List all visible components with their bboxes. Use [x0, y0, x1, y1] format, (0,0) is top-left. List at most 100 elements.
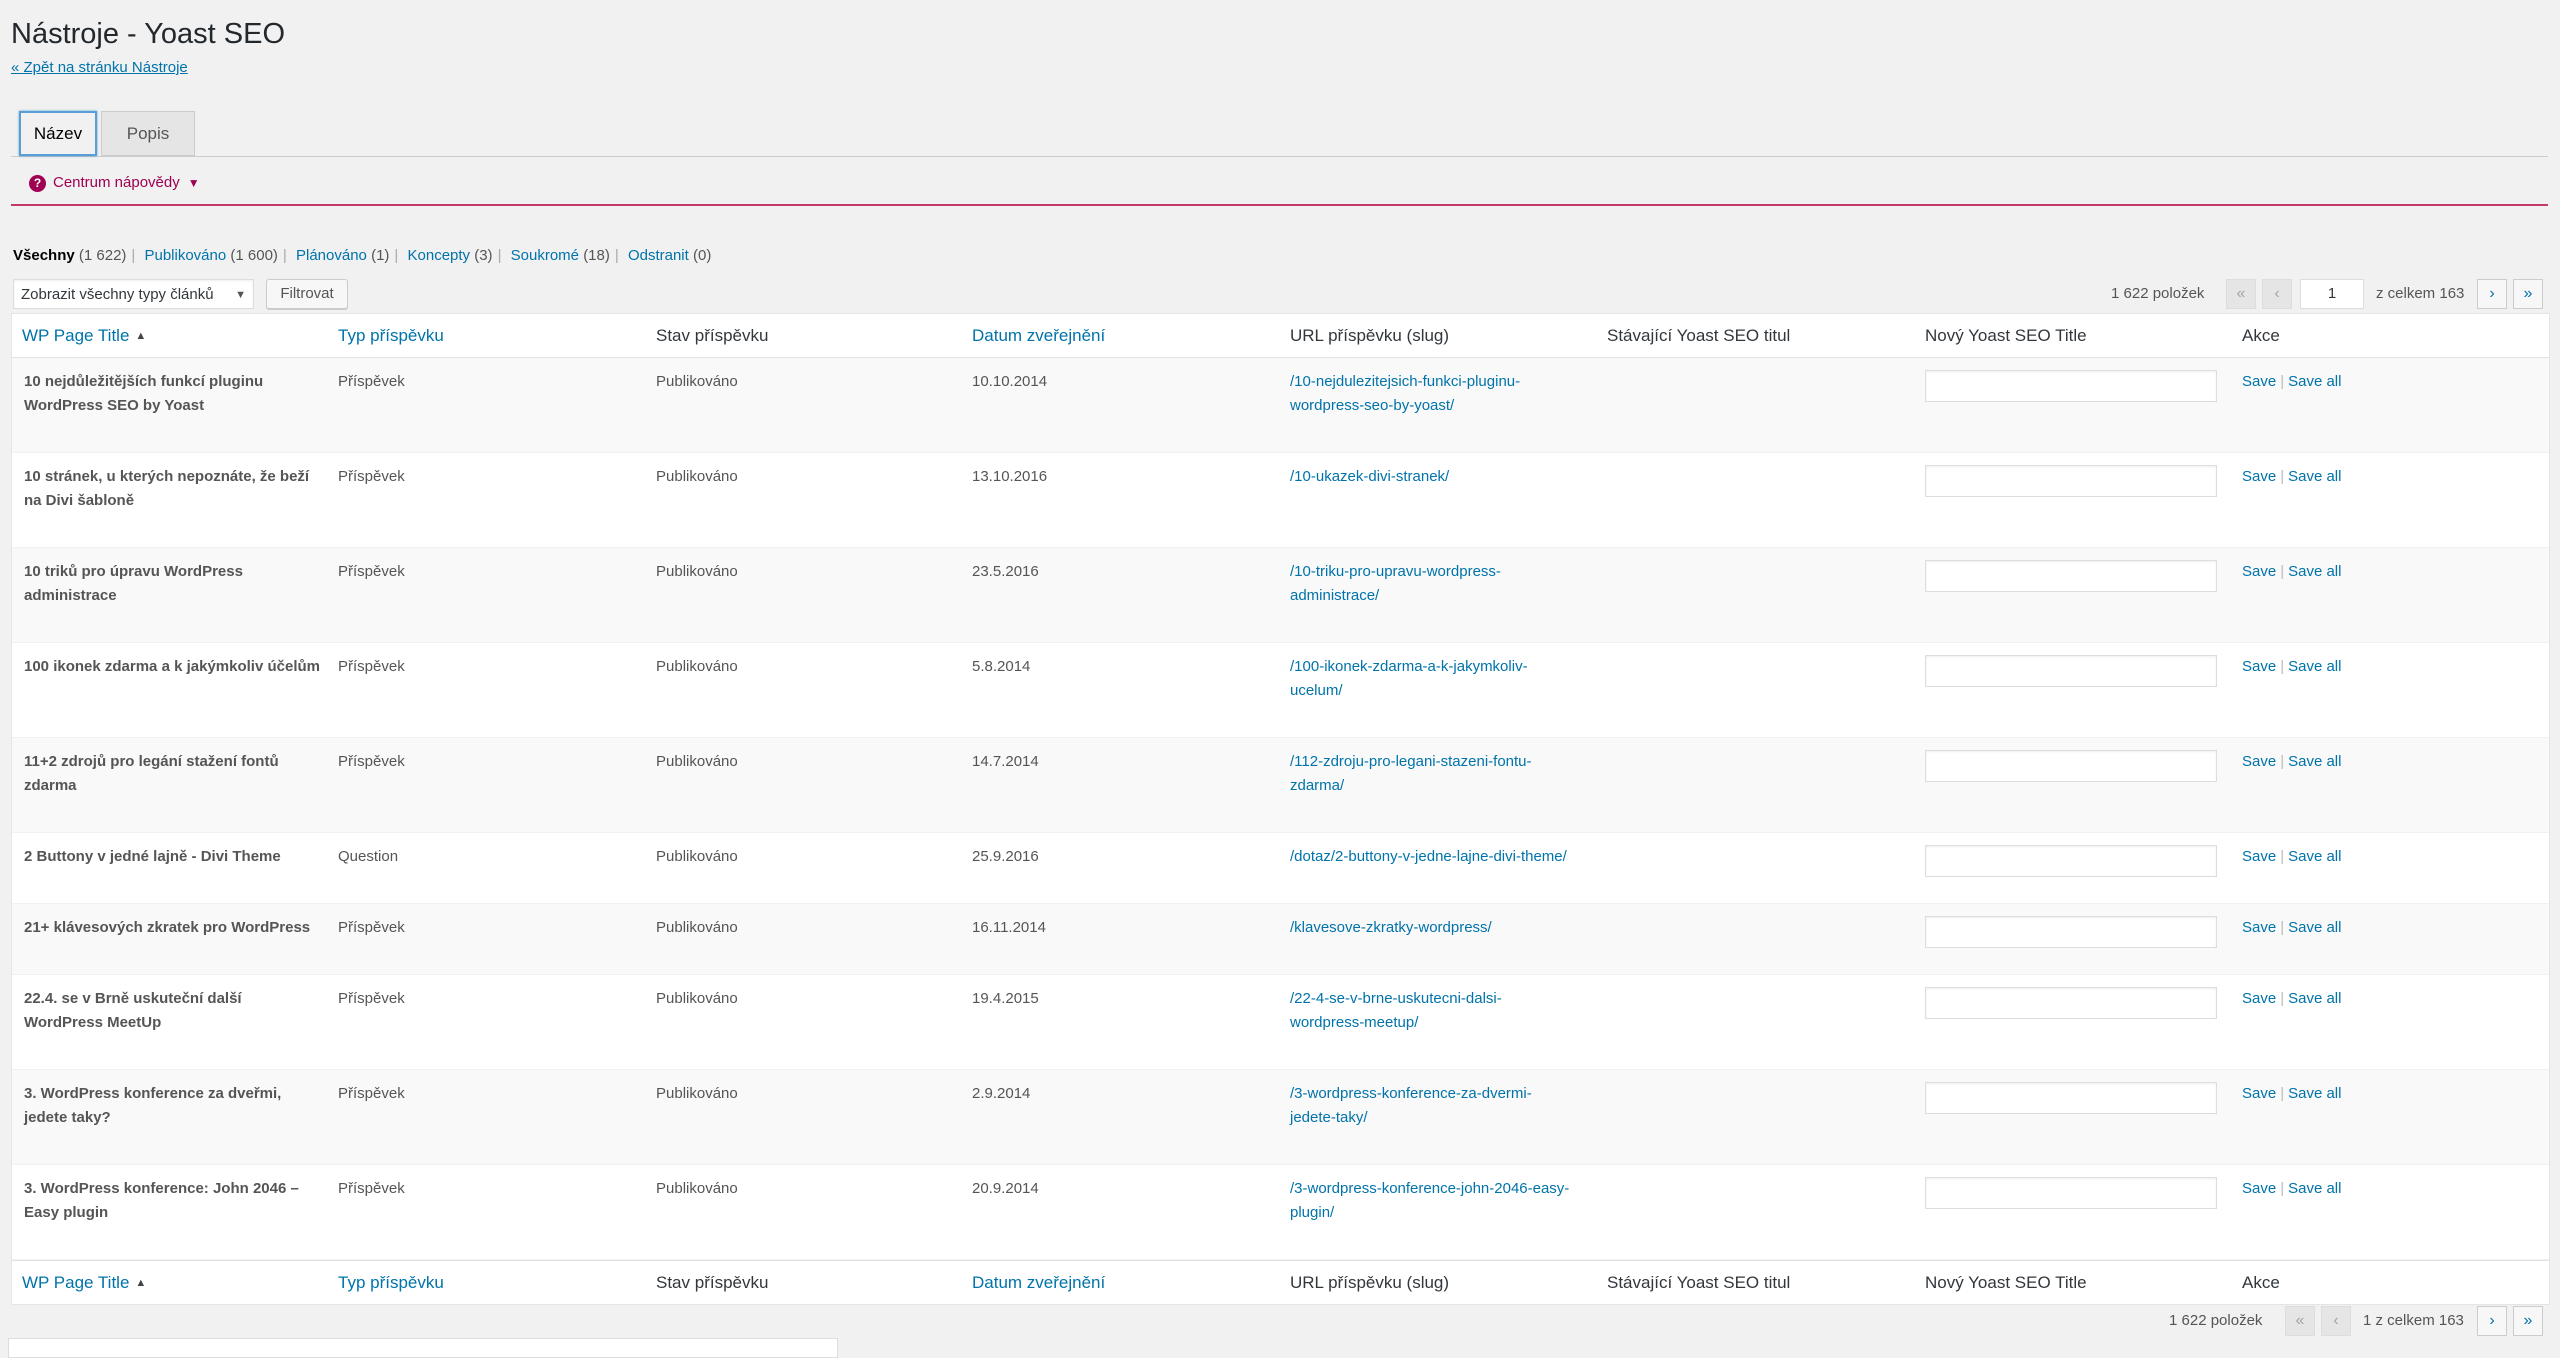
action-separator: |: [2280, 990, 2285, 1007]
filter-button[interactable]: Filtrovat: [266, 279, 348, 309]
new-seo-title-input[interactable]: [1925, 560, 2217, 592]
save-button[interactable]: Save: [2242, 468, 2276, 485]
save-all-button[interactable]: Save all: [2288, 1085, 2341, 1102]
row-post-url[interactable]: /100-ikonek-zdarma-a-k-jakymkoliv-ucelum…: [1290, 655, 1575, 703]
action-separator: |: [2280, 373, 2285, 390]
current-page-input[interactable]: 1: [2300, 279, 2364, 309]
row-post-url[interactable]: /3-wordpress-konference-za-dvermi-jedete…: [1290, 1082, 1575, 1130]
help-center-toggle[interactable]: ? Centrum nápovědy ▼: [29, 170, 200, 196]
save-all-button[interactable]: Save all: [2288, 848, 2341, 865]
prev-page-button-bottom[interactable]: ‹: [2321, 1306, 2351, 1336]
save-all-button[interactable]: Save all: [2288, 990, 2341, 1007]
row-page-title: 10 nejdůležitějších funkcí pluginu WordP…: [24, 373, 264, 414]
save-button[interactable]: Save: [2242, 658, 2276, 675]
save-button[interactable]: Save: [2242, 1085, 2276, 1102]
row-publish-date: 25.9.2016: [972, 848, 1039, 865]
row-publish-date: 19.4.2015: [972, 990, 1039, 1007]
save-all-button[interactable]: Save all: [2288, 563, 2341, 580]
new-seo-title-input[interactable]: [1925, 465, 2217, 497]
row-post-type: Příspěvek: [338, 1085, 405, 1102]
row-post-url[interactable]: /klavesove-zkratky-wordpress/: [1290, 916, 1575, 940]
row-actions: Save | Save all: [2242, 750, 2341, 774]
next-page-button-top[interactable]: ›: [2477, 279, 2507, 309]
column-url-footer: URL příspěvku (slug): [1290, 1273, 1450, 1292]
back-to-tools-link[interactable]: « Zpět na stránku Nástroje: [11, 59, 188, 76]
new-seo-title-input[interactable]: [1925, 1177, 2217, 1209]
row-post-url[interactable]: /10-ukazek-divi-stranek/: [1290, 465, 1575, 489]
next-page-button-bottom[interactable]: ›: [2477, 1306, 2507, 1336]
save-all-button[interactable]: Save all: [2288, 468, 2341, 485]
first-page-button-top[interactable]: «: [2226, 279, 2256, 309]
save-button[interactable]: Save: [2242, 753, 2276, 770]
page-of-total-bottom: 1 z celkem 163: [2363, 1312, 2464, 1329]
new-seo-title-input[interactable]: [1925, 845, 2217, 877]
new-seo-title-input[interactable]: [1925, 987, 2217, 1019]
new-seo-title-input[interactable]: [1925, 655, 2217, 687]
view-scheduled[interactable]: Plánováno (1): [296, 247, 389, 264]
column-date-footer[interactable]: Datum zveřejnění: [972, 1261, 1105, 1305]
post-type-select[interactable]: Zobrazit všechny typy článků ▼: [13, 279, 254, 309]
row-post-status: Publikováno: [656, 1085, 738, 1102]
last-page-button-top[interactable]: »: [2513, 279, 2543, 309]
row-post-url[interactable]: /10-triku-pro-upravu-wordpress-administr…: [1290, 560, 1575, 608]
column-type-header[interactable]: Typ příspěvku: [338, 314, 444, 358]
row-post-url[interactable]: /dotaz/2-buttony-v-jedne-lajne-divi-them…: [1290, 845, 1575, 869]
action-separator: |: [2280, 753, 2285, 770]
new-seo-title-input[interactable]: [1925, 916, 2217, 948]
question-icon: ?: [29, 174, 46, 192]
new-seo-title-input[interactable]: [1925, 370, 2217, 402]
save-button[interactable]: Save: [2242, 373, 2276, 390]
row-post-url[interactable]: /22-4-se-v-brne-uskutecni-dalsi-wordpres…: [1290, 987, 1575, 1035]
row-post-status: Publikováno: [656, 753, 738, 770]
row-post-url[interactable]: /10-nejdulezitejsich-funkci-pluginu-word…: [1290, 370, 1575, 418]
column-title-header[interactable]: WP Page Title ▲: [22, 314, 146, 360]
table-footer: WP Page Title ▲ Typ příspěvku Stav příspě…: [12, 1260, 2549, 1304]
last-page-button-bottom[interactable]: »: [2513, 1306, 2543, 1336]
view-private[interactable]: Soukromé (18): [511, 247, 610, 264]
column-actions-header: Akce: [2242, 326, 2280, 345]
row-post-status: Publikováno: [656, 468, 738, 485]
row-actions: Save | Save all: [2242, 655, 2341, 679]
column-actions-footer: Akce: [2242, 1273, 2280, 1292]
save-button[interactable]: Save: [2242, 919, 2276, 936]
new-seo-title-input[interactable]: [1925, 1082, 2217, 1114]
table-row: 10 stránek, u kterých nepoznáte, že beží…: [12, 453, 2549, 548]
save-all-button[interactable]: Save all: [2288, 919, 2341, 936]
action-separator: |: [2280, 563, 2285, 580]
row-page-title: 22.4. se v Brně uskuteční další WordPres…: [24, 990, 242, 1031]
save-button[interactable]: Save: [2242, 848, 2276, 865]
row-actions: Save | Save all: [2242, 1082, 2341, 1106]
save-all-button[interactable]: Save all: [2288, 373, 2341, 390]
column-current-seo-footer: Stávající Yoast SEO titul: [1607, 1273, 1791, 1292]
save-button[interactable]: Save: [2242, 563, 2276, 580]
row-publish-date: 2.9.2014: [972, 1085, 1031, 1102]
row-post-url[interactable]: /3-wordpress-konference-john-2046-easy-p…: [1290, 1177, 1575, 1225]
view-drafts[interactable]: Koncepty (3): [408, 247, 493, 264]
column-title-footer[interactable]: WP Page Title ▲: [22, 1261, 146, 1307]
row-post-status: Publikováno: [656, 563, 738, 580]
save-all-button[interactable]: Save all: [2288, 753, 2341, 770]
row-post-url[interactable]: /112-zdroju-pro-legani-stazeni-fontu-zda…: [1290, 750, 1575, 798]
prev-page-button-top[interactable]: ‹: [2262, 279, 2292, 309]
tab-nazev[interactable]: Název: [19, 111, 97, 156]
save-all-button[interactable]: Save all: [2288, 658, 2341, 675]
tab-popis[interactable]: Popis: [101, 111, 195, 156]
bulk-edit-field[interactable]: [8, 1338, 838, 1358]
page-title: Nástroje - Yoast SEO: [11, 18, 286, 50]
column-date-header[interactable]: Datum zveřejnění: [972, 314, 1105, 358]
view-published[interactable]: Publikováno (1 600): [144, 247, 277, 264]
new-seo-title-input[interactable]: [1925, 750, 2217, 782]
first-page-button-bottom[interactable]: «: [2285, 1306, 2315, 1336]
column-status-header: Stav příspěvku: [656, 326, 769, 345]
view-all[interactable]: Všechny (1 622): [13, 247, 126, 264]
row-page-title: 3. WordPress konference: John 2046 – Eas…: [24, 1180, 299, 1221]
save-button[interactable]: Save: [2242, 990, 2276, 1007]
row-post-status: Publikováno: [656, 658, 738, 675]
save-button[interactable]: Save: [2242, 1180, 2276, 1197]
view-trash[interactable]: Odstranit (0): [628, 247, 711, 264]
save-all-button[interactable]: Save all: [2288, 1180, 2341, 1197]
row-publish-date: 23.5.2016: [972, 563, 1039, 580]
row-page-title: 21+ klávesových zkratek pro WordPress: [24, 919, 311, 936]
column-type-footer[interactable]: Typ příspěvku: [338, 1261, 444, 1305]
row-publish-date: 10.10.2014: [972, 373, 1048, 390]
